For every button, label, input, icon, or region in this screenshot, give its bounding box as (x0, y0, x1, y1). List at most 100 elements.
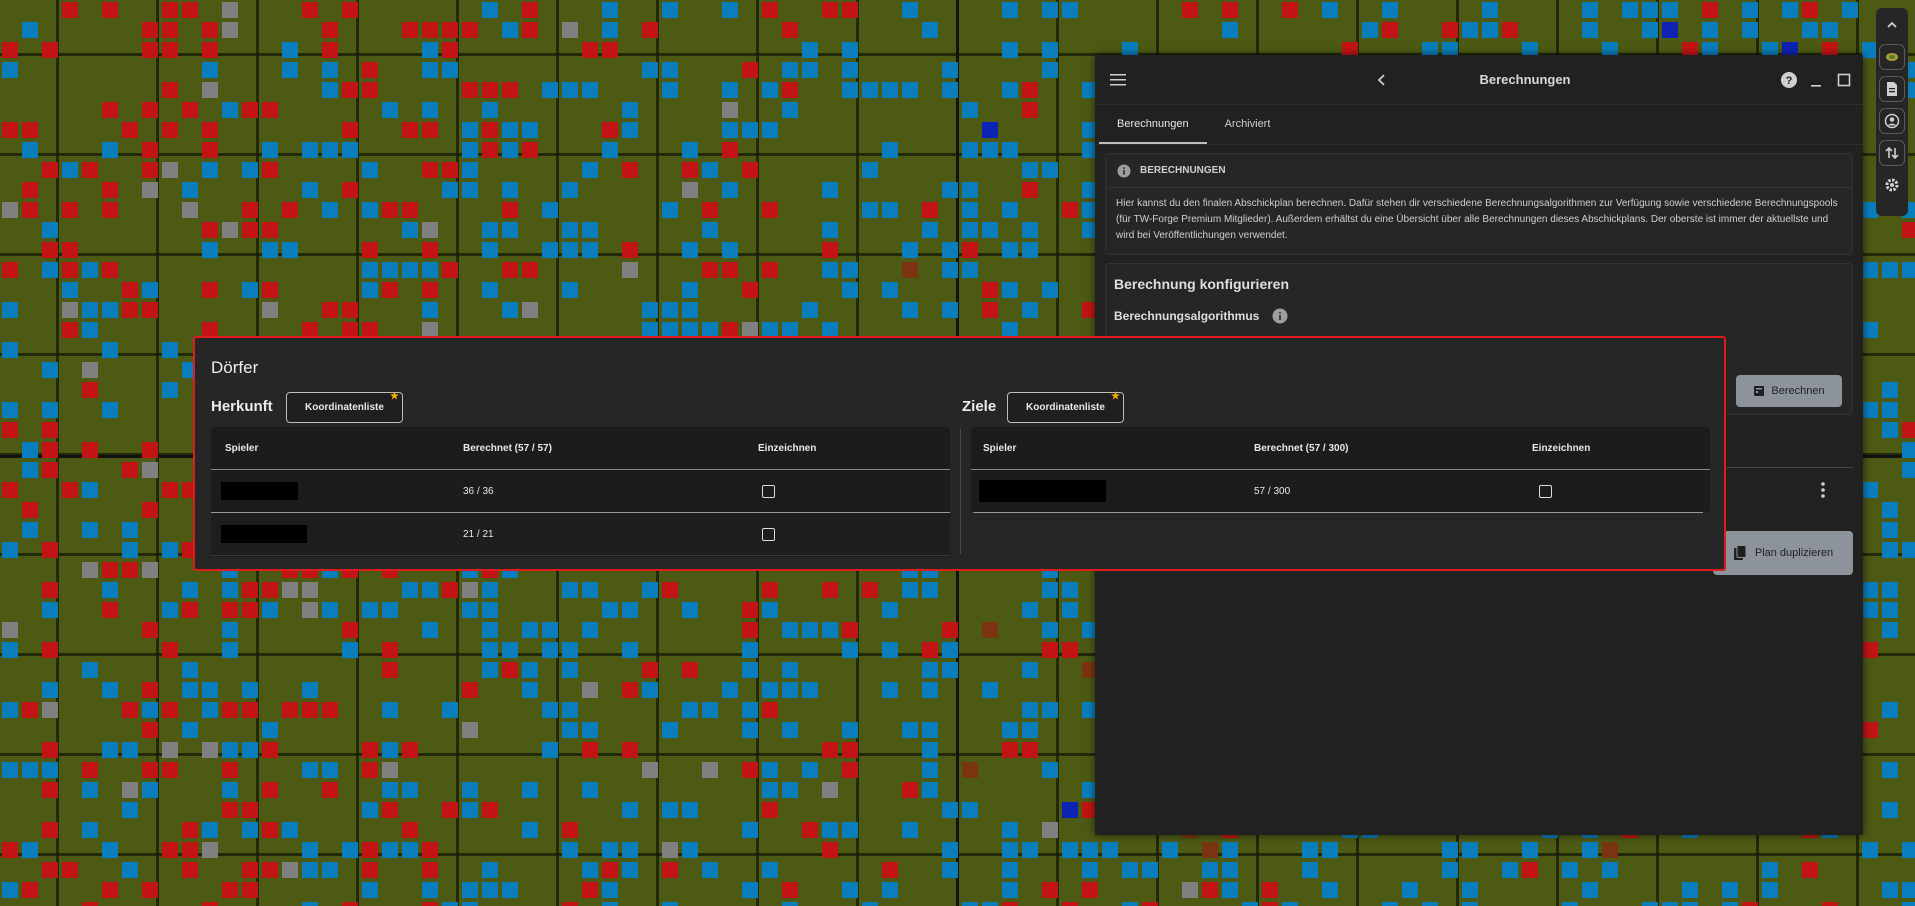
village-tile[interactable] (42, 42, 58, 58)
village-tile[interactable] (922, 642, 938, 658)
village-tile[interactable] (702, 762, 718, 778)
village-tile[interactable] (822, 2, 838, 18)
village-tile[interactable] (1022, 182, 1038, 198)
village-tile[interactable] (142, 302, 158, 318)
village-tile[interactable] (262, 162, 278, 178)
village-tile[interactable] (302, 582, 318, 598)
village-tile[interactable] (462, 142, 478, 158)
village-tile[interactable] (42, 762, 58, 778)
village-tile[interactable] (1762, 882, 1778, 898)
village-tile[interactable] (282, 202, 298, 218)
village-tile[interactable] (842, 762, 858, 778)
village-tile[interactable] (142, 162, 158, 178)
village-tile[interactable] (982, 302, 998, 318)
village-tile[interactable] (502, 22, 518, 38)
village-tile[interactable] (762, 262, 778, 278)
village-tile[interactable] (862, 162, 878, 178)
village-tile[interactable] (922, 222, 938, 238)
village-tile[interactable] (1002, 42, 1018, 58)
village-tile[interactable] (742, 642, 758, 658)
village-tile[interactable] (922, 22, 938, 38)
village-tile[interactable] (702, 862, 718, 878)
village-tile[interactable] (442, 182, 458, 198)
village-tile[interactable] (1042, 42, 1058, 58)
village-tile[interactable] (102, 682, 118, 698)
village-tile[interactable] (462, 682, 478, 698)
kebab-menu-icon[interactable] (1815, 480, 1831, 500)
village-tile[interactable] (842, 742, 858, 758)
village-tile[interactable] (1422, 902, 1438, 906)
ziele-koordinatenliste-button[interactable]: Koordinatenliste ★ (1007, 391, 1124, 423)
village-tile[interactable] (282, 822, 298, 838)
village-tile[interactable] (562, 642, 578, 658)
village-tile[interactable] (142, 502, 158, 518)
village-tile[interactable] (742, 162, 758, 178)
village-tile[interactable] (482, 622, 498, 638)
village-tile[interactable] (222, 602, 238, 618)
village-tile[interactable] (722, 122, 738, 138)
village-tile[interactable] (1682, 882, 1698, 898)
village-tile[interactable] (962, 762, 978, 778)
village-tile[interactable] (1862, 482, 1878, 498)
village-tile[interactable] (542, 202, 558, 218)
village-tile[interactable] (622, 122, 638, 138)
village-tile[interactable] (2, 482, 18, 498)
village-tile[interactable] (462, 122, 478, 138)
village-tile[interactable] (522, 682, 538, 698)
village-tile[interactable] (1562, 902, 1578, 906)
village-tile[interactable] (2, 702, 18, 718)
village-tile[interactable] (322, 762, 338, 778)
village-tile[interactable] (382, 662, 398, 678)
village-tile[interactable] (222, 22, 238, 38)
village-tile[interactable] (1642, 2, 1658, 18)
village-tile[interactable] (462, 582, 478, 598)
village-tile[interactable] (262, 822, 278, 838)
village-tile[interactable] (2, 622, 18, 638)
village-tile[interactable] (1382, 2, 1398, 18)
village-tile[interactable] (742, 122, 758, 138)
village-tile[interactable] (482, 582, 498, 598)
village-tile[interactable] (1162, 842, 1178, 858)
village-tile[interactable] (162, 482, 178, 498)
village-tile[interactable] (562, 842, 578, 858)
village-tile[interactable] (902, 82, 918, 98)
village-tile[interactable] (42, 442, 58, 458)
village-tile[interactable] (522, 662, 538, 678)
village-tile[interactable] (1062, 582, 1078, 598)
village-tile[interactable] (442, 162, 458, 178)
village-tile[interactable] (422, 842, 438, 858)
village-tile[interactable] (262, 222, 278, 238)
plan-duplizieren-button[interactable]: Plan duplizieren (1713, 531, 1853, 575)
village-tile[interactable] (1902, 902, 1915, 906)
village-tile[interactable] (1882, 802, 1898, 818)
village-tile[interactable] (422, 262, 438, 278)
village-tile[interactable] (362, 62, 378, 78)
village-tile[interactable] (602, 862, 618, 878)
village-tile[interactable] (162, 702, 178, 718)
village-tile[interactable] (802, 822, 818, 838)
village-tile[interactable] (102, 742, 118, 758)
village-tile[interactable] (662, 582, 678, 598)
map-icon[interactable] (1879, 44, 1905, 70)
village-tile[interactable] (222, 802, 238, 818)
village-tile[interactable] (942, 642, 958, 658)
village-tile[interactable] (342, 302, 358, 318)
village-tile[interactable] (162, 82, 178, 98)
village-tile[interactable] (202, 822, 218, 838)
village-tile[interactable] (1022, 742, 1038, 758)
village-tile[interactable] (42, 602, 58, 618)
village-tile[interactable] (402, 582, 418, 598)
village-tile[interactable] (562, 82, 578, 98)
village-tile[interactable] (402, 742, 418, 758)
village-tile[interactable] (82, 482, 98, 498)
village-tile[interactable] (602, 142, 618, 158)
table-row[interactable]: 36 / 36 (211, 470, 950, 513)
village-tile[interactable] (762, 2, 778, 18)
village-tile[interactable] (882, 202, 898, 218)
village-tile[interactable] (202, 682, 218, 698)
village-tile[interactable] (22, 182, 38, 198)
village-tile[interactable] (742, 62, 758, 78)
village-tile[interactable] (302, 762, 318, 778)
village-tile[interactable] (802, 302, 818, 318)
village-tile[interactable] (1082, 862, 1098, 878)
